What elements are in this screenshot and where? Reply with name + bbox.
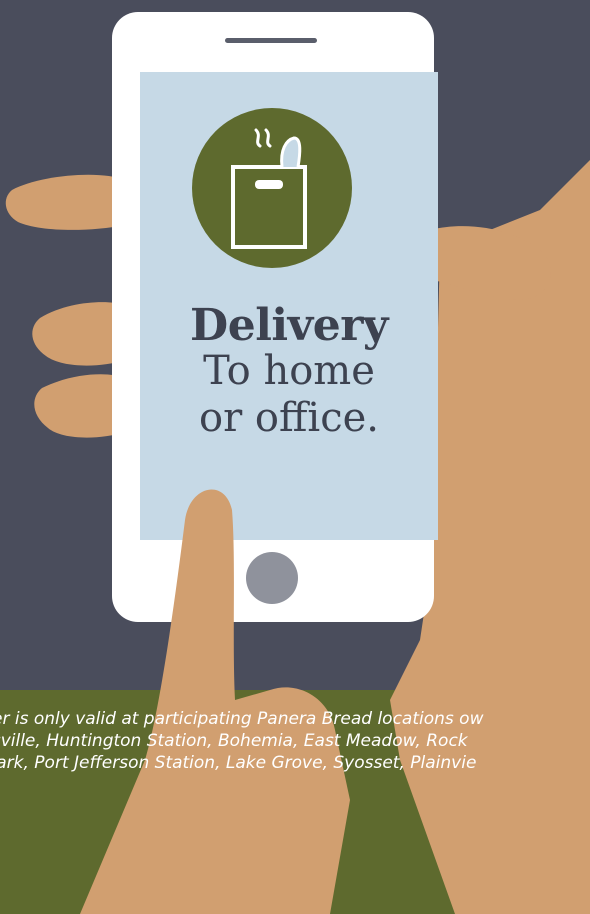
delivery-illustration: Delivery To home or office. er is only v… (0, 0, 590, 914)
disclaimer-line-2: ksville, Huntington Station, Bohemia, Ea… (0, 731, 468, 751)
disclaimer-line-1: er is only valid at participating Panera… (0, 709, 484, 729)
screen-subtitle-line-2: or office. (199, 395, 379, 441)
screen-subtitle-line-1: To home (203, 348, 375, 394)
disclaimer-text: er is only valid at participating Panera… (0, 708, 590, 774)
screen-title: Delivery (190, 300, 388, 351)
phone-speaker (225, 38, 317, 43)
disclaimer-line-3: Park, Port Jefferson Station, Lake Grove… (0, 753, 477, 773)
home-button-icon (246, 552, 298, 604)
hand-phone-illustration (0, 0, 590, 914)
